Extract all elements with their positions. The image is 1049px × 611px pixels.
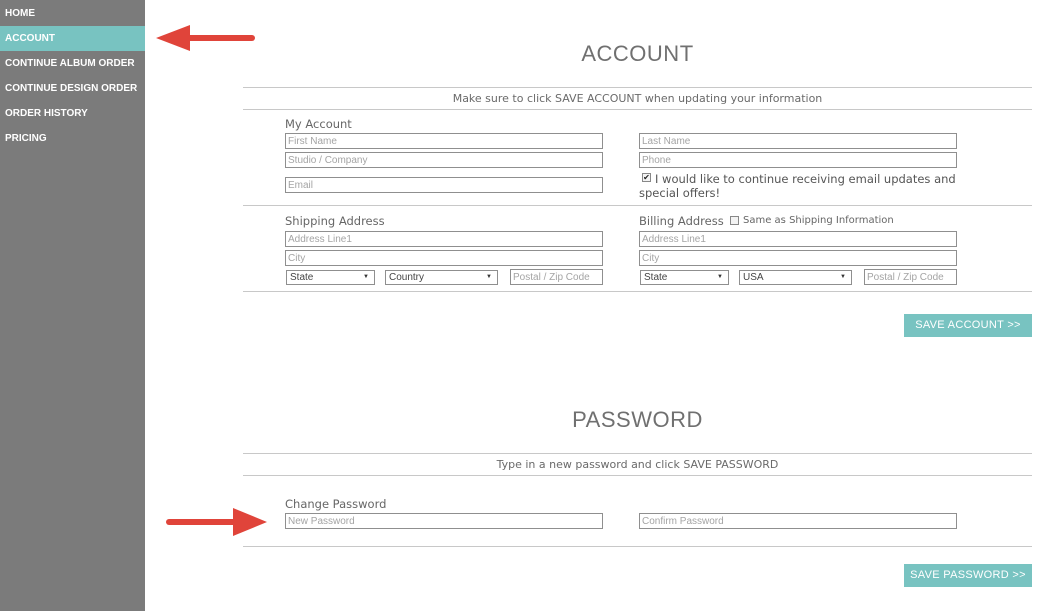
last-name-field[interactable] [639, 133, 957, 149]
shipping-zip-field[interactable] [510, 269, 603, 285]
sidebar-item-pricing[interactable]: PRICING [0, 126, 145, 151]
shipping-address-label: Shipping Address [285, 214, 385, 228]
shipping-state-value: State [290, 272, 314, 283]
save-password-button[interactable]: SAVE PASSWORD >> [904, 564, 1032, 587]
billing-country-select[interactable]: USA ▼ [739, 270, 852, 285]
billing-state-value: State [644, 272, 668, 283]
annotation-arrow-icon [166, 508, 267, 536]
save-account-button[interactable]: SAVE ACCOUNT >> [904, 314, 1032, 337]
annotation-arrow-icon [156, 25, 255, 51]
change-password-label: Change Password [285, 497, 387, 511]
billing-city-field[interactable] [639, 250, 957, 266]
my-account-label: My Account [285, 117, 352, 131]
studio-company-field[interactable] [285, 152, 603, 168]
billing-address-label: Billing Address [639, 214, 724, 228]
billing-zip-field[interactable] [864, 269, 957, 285]
shipping-state-select[interactable]: State ▼ [286, 270, 375, 285]
divider [243, 546, 1032, 547]
chevron-down-icon: ▼ [486, 274, 492, 280]
divider [243, 453, 1032, 454]
shipping-address-line1-field[interactable] [285, 231, 603, 247]
divider [243, 87, 1032, 88]
phone-field[interactable] [639, 152, 957, 168]
billing-state-select[interactable]: State ▼ [640, 270, 729, 285]
account-title: ACCOUNT [581, 41, 694, 66]
chevron-down-icon: ▼ [717, 274, 723, 280]
same-as-shipping-checkbox[interactable] [730, 216, 739, 225]
account-info-text: Make sure to click SAVE ACCOUNT when upd… [452, 92, 823, 105]
email-updates-label: I would like to continue receiving email… [655, 172, 956, 186]
sidebar-item-continue-design-order[interactable]: CONTINUE DESIGN ORDER [0, 76, 145, 101]
chevron-down-icon: ▼ [363, 274, 369, 280]
email-field[interactable] [285, 177, 603, 193]
chevron-down-icon: ▼ [840, 274, 846, 280]
new-password-field[interactable] [285, 513, 603, 529]
sidebar-item-account[interactable]: ACCOUNT [0, 26, 145, 51]
first-name-field[interactable] [285, 133, 603, 149]
shipping-city-field[interactable] [285, 250, 603, 266]
confirm-password-field[interactable] [639, 513, 957, 529]
divider [243, 291, 1032, 292]
email-updates-checkbox[interactable]: ✔ [642, 173, 651, 182]
billing-country-value: USA [743, 272, 764, 283]
sidebar-item-home[interactable]: HOME [0, 1, 145, 26]
divider [243, 109, 1032, 110]
sidebar-item-continue-album-order[interactable]: CONTINUE ALBUM ORDER [0, 51, 145, 76]
shipping-country-value: Country [389, 272, 425, 283]
shipping-country-select[interactable]: Country ▼ [385, 270, 498, 285]
password-title: PASSWORD [572, 407, 703, 432]
divider [243, 475, 1032, 476]
same-as-shipping-label: Same as Shipping Information [743, 215, 894, 226]
sidebar: HOME ACCOUNT CONTINUE ALBUM ORDER CONTIN… [0, 0, 145, 611]
divider [243, 205, 1032, 206]
password-info-text: Type in a new password and click SAVE PA… [496, 458, 779, 471]
sidebar-item-order-history[interactable]: ORDER HISTORY [0, 101, 145, 126]
email-updates-label-line2: special offers! [639, 186, 721, 200]
billing-address-line1-field[interactable] [639, 231, 957, 247]
